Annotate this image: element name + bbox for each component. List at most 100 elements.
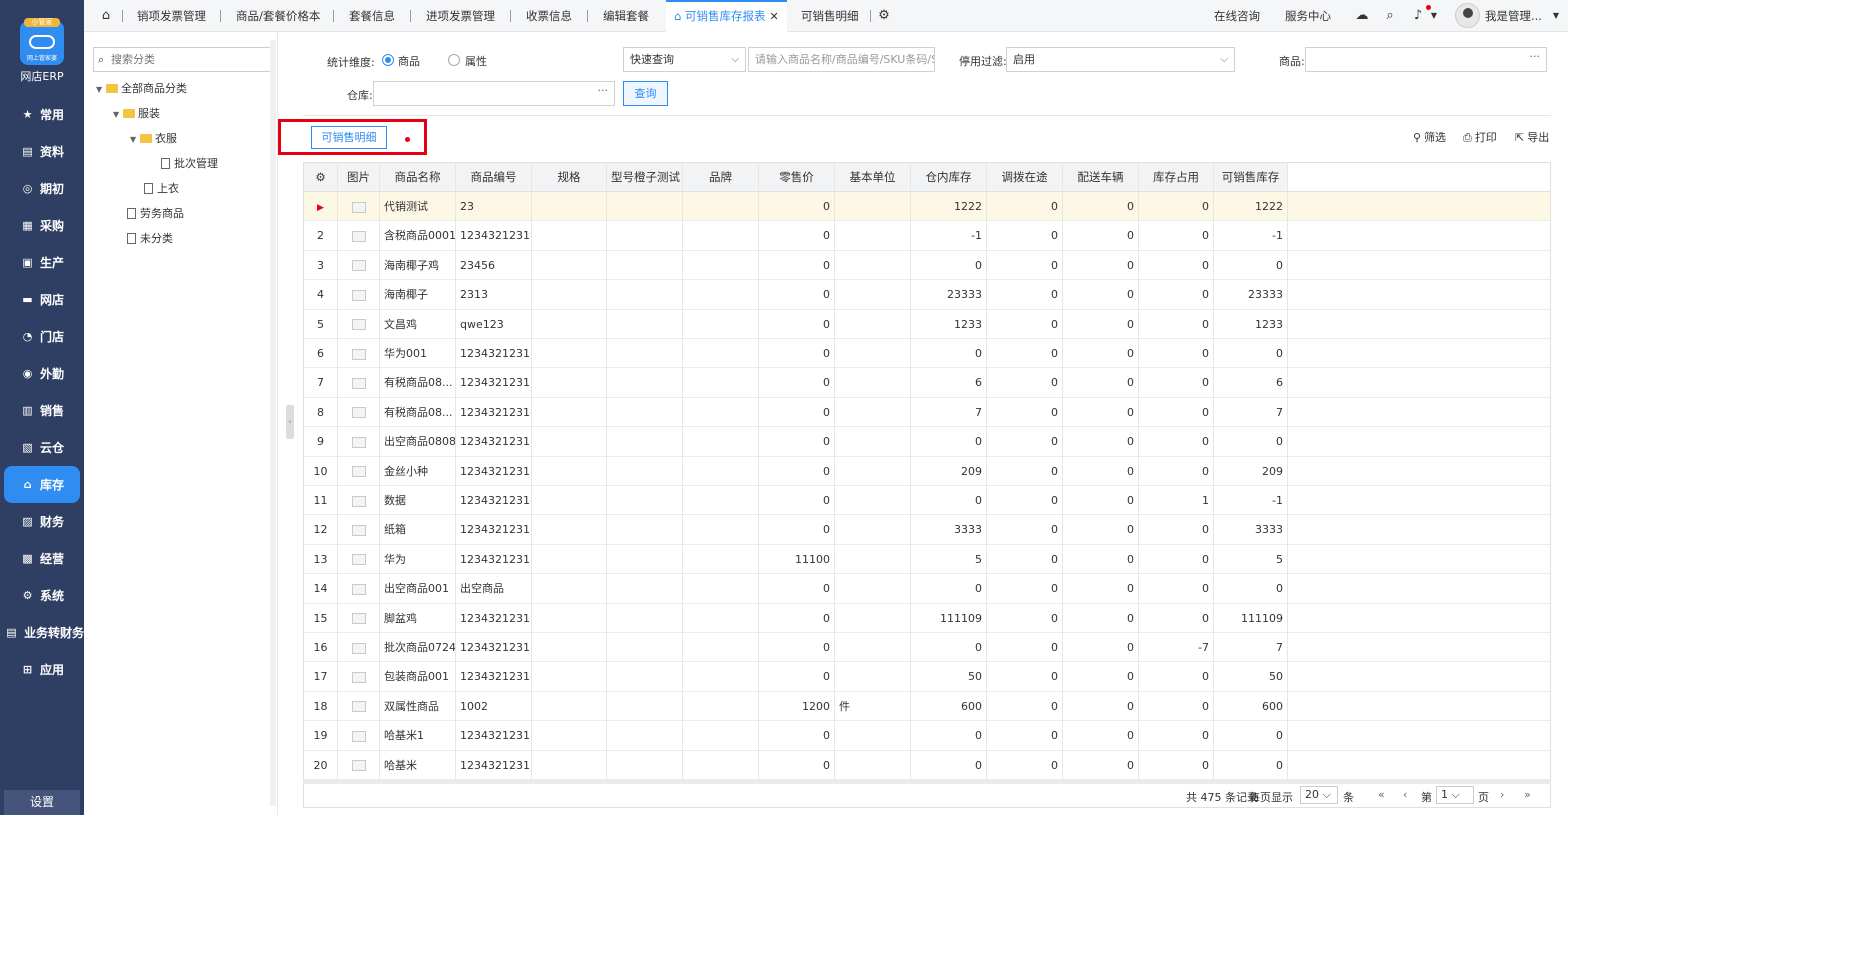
table-row[interactable]: 12纸箱1234321231...033330003333 (304, 515, 1550, 545)
product-image-cell[interactable] (338, 721, 380, 751)
table-row[interactable]: ▶ 代销测试 23 0 1222 0 0 0 1222 (304, 192, 1550, 222)
product-image-cell[interactable] (338, 339, 380, 369)
sidebar-item-1[interactable]: ▤ 资料 (0, 133, 84, 170)
table-row[interactable]: 13华为1234321231...1110050005 (304, 544, 1550, 575)
sidebar-item-8[interactable]: ▥ 销售 (0, 392, 84, 429)
cloud-download-icon[interactable]: ☁ (1354, 8, 1370, 24)
table-row[interactable]: 20哈基米1234321231...000000 (304, 750, 1550, 780)
sidebar-item-9[interactable]: ▧ 云仓 (0, 429, 84, 466)
last-page-icon[interactable]: » (1524, 788, 1531, 801)
product-image-cell[interactable] (338, 691, 380, 722)
warehouse-picker-input[interactable]: ··· (373, 81, 615, 106)
sidebar-item-13[interactable]: ⚙ 系统 (0, 577, 84, 614)
tree-node-batch[interactable]: 批次管理 (161, 156, 218, 172)
product-image-cell[interactable] (338, 574, 380, 604)
product-image-cell[interactable] (338, 427, 380, 457)
tab-edit-package[interactable]: 编辑套餐 (603, 0, 649, 32)
goods-picker-input[interactable]: ··· (1305, 47, 1547, 72)
table-row[interactable]: 3 海南椰子鸡 23456 0 0 0 0 0 0 (304, 250, 1550, 281)
product-image-cell[interactable] (338, 456, 380, 486)
column-header[interactable]: 配送车辆 (1063, 163, 1139, 192)
column-header[interactable]: 商品名称 (380, 163, 456, 192)
sidebar-item-2[interactable]: ◎ 期初 (0, 170, 84, 207)
tab-output-invoice[interactable]: 销项发票管理 (137, 0, 206, 32)
table-row[interactable]: 15脚盆鸡1234321231...0111109000111109 (304, 603, 1550, 633)
per-page-select[interactable]: 20 ⌵ (1300, 786, 1338, 804)
sidebar-item-12[interactable]: ▩ 经营 (0, 540, 84, 577)
sidebar-item-15[interactable]: ⊞ 应用 (0, 651, 84, 688)
prev-page-icon[interactable]: ‹ (1403, 788, 1407, 801)
query-button[interactable]: 查询 (623, 81, 668, 106)
column-header[interactable]: 品牌 (683, 163, 759, 192)
product-image-cell[interactable] (338, 280, 380, 310)
product-image-cell[interactable] (338, 633, 380, 663)
table-row[interactable]: 19哈基米11234321231...000000 (304, 721, 1550, 751)
column-header[interactable]: 仓内库存 (911, 163, 987, 192)
chevron-down-icon[interactable]: ▼ (1426, 8, 1442, 24)
caret-down-icon[interactable]: ▼ (113, 107, 123, 123)
column-header[interactable]: 规格 (532, 163, 607, 192)
more-dots-icon[interactable]: ··· (1530, 48, 1541, 68)
product-image-cell[interactable] (338, 750, 380, 780)
keyword-search-input[interactable]: 请输入商品名称/商品编号/SKU条码/S... (748, 47, 935, 72)
app-logo[interactable]: 小管家 网上管家婆 (20, 18, 64, 65)
first-page-icon[interactable]: « (1378, 788, 1385, 801)
collapse-panel-handle[interactable]: ‹ (286, 405, 294, 439)
category-search-input[interactable] (111, 51, 261, 68)
table-row[interactable]: 14 出空商品001 出空商品 0 0 0 0 0 0 (304, 574, 1550, 604)
sidebar-item-14[interactable]: ▤ 业务转财务 (0, 614, 84, 651)
product-image-cell[interactable] (338, 515, 380, 545)
table-row[interactable]: 8有税商品08...1234321231...070007 (304, 397, 1550, 428)
column-header[interactable]: 调拨在途 (987, 163, 1063, 192)
table-row[interactable]: 4 海南椰子 2313 0 23333 0 0 0 23333 (304, 280, 1550, 310)
category-search[interactable]: ⌕ (93, 47, 271, 72)
column-header[interactable]: 图片 (338, 163, 380, 192)
tree-node-clothes[interactable]: ▼ 衣服 (130, 131, 177, 147)
table-row[interactable]: 7有税商品08...1234321231...060006 (304, 368, 1550, 398)
close-tab-icon[interactable]: ✕ (769, 10, 778, 23)
tree-node-service[interactable]: 劳务商品 (127, 206, 184, 222)
home-icon[interactable]: ⌂ (98, 8, 114, 24)
sellable-detail-button[interactable]: 可销售明细 (311, 126, 387, 149)
product-image-cell[interactable] (338, 192, 380, 222)
tree-scrollbar[interactable] (270, 40, 276, 806)
column-header[interactable]: 型号橙子测试 (607, 163, 683, 192)
table-row[interactable]: 11数据1234321231...00001-1 (304, 486, 1550, 516)
user-menu-chevron-icon[interactable]: ▼ (1548, 8, 1564, 24)
column-settings-gear-icon[interactable]: ⚙ (304, 163, 338, 192)
user-name[interactable]: 我是管理... (1485, 7, 1542, 25)
tab-receipt-info[interactable]: 收票信息 (526, 0, 572, 32)
quick-query-select[interactable]: 快速查询 ⌵ (623, 47, 746, 72)
product-image-cell[interactable] (338, 486, 380, 516)
avatar[interactable] (1455, 3, 1480, 28)
caret-down-icon[interactable]: ▼ (96, 82, 106, 98)
dimension-attr-radio[interactable] (448, 54, 460, 66)
product-image-cell[interactable] (338, 662, 380, 692)
settings-button[interactable]: 设置 (4, 790, 80, 815)
tree-node-all[interactable]: ▼ 全部商品分类 (96, 81, 187, 97)
column-header[interactable]: 库存占用 (1139, 163, 1214, 192)
column-header[interactable]: 商品编号 (456, 163, 532, 192)
table-row[interactable]: 9出空商品08081234321231...000000 (304, 427, 1550, 457)
tab-input-invoice[interactable]: 进项发票管理 (426, 0, 495, 32)
table-row[interactable]: 10金丝小种1234321231...0209000209 (304, 456, 1550, 486)
disable-filter-select[interactable]: 启用 ⌵ (1006, 47, 1235, 72)
sidebar-item-11[interactable]: ▨ 财务 (0, 503, 84, 540)
column-header[interactable]: 零售价 (759, 163, 835, 192)
sidebar-item-6[interactable]: ◔ 门店 (0, 318, 84, 355)
page-select[interactable]: 1 ⌵ (1436, 786, 1474, 804)
tab-package-info[interactable]: 套餐信息 (349, 0, 395, 32)
sidebar-item-3[interactable]: ▦ 采购 (0, 207, 84, 244)
tab-settings-gear-icon[interactable]: ⚙ (876, 8, 892, 24)
tree-node-clothing[interactable]: ▼ 服装 (113, 106, 160, 122)
dimension-goods-radio[interactable] (382, 54, 394, 66)
sidebar-item-0[interactable]: ★ 常用 (0, 96, 84, 133)
tab-sellable-detail[interactable]: 可销售明细 (801, 0, 859, 32)
caret-down-icon[interactable]: ▼ (130, 132, 140, 148)
tree-node-uncategorized[interactable]: 未分类 (127, 231, 173, 247)
product-image-cell[interactable] (338, 221, 380, 251)
table-row[interactable]: 18 双属性商品 1002 1200 件 600 0 0 0 600 (304, 691, 1550, 722)
table-row[interactable]: 5 文昌鸡 qwe123 0 1233 0 0 0 1233 (304, 309, 1550, 339)
more-dots-icon[interactable]: ··· (598, 82, 609, 102)
table-row[interactable]: 16批次商品07241234321231...0000-77 (304, 633, 1550, 663)
